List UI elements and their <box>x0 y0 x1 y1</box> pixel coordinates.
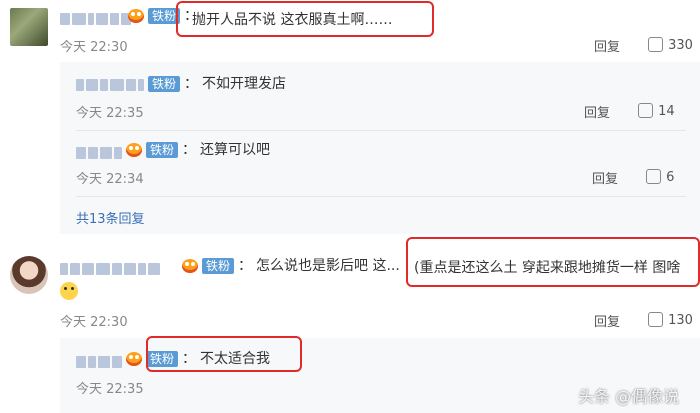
watermark: 头条 @偶像说 <box>578 387 680 406</box>
reply-button[interactable]: 回复 <box>594 311 620 330</box>
reply-text: 不如开理发店 <box>202 76 287 92</box>
more-replies-link[interactable]: 共13条回复 <box>76 208 145 227</box>
like-count: 130 <box>668 313 693 328</box>
divider <box>76 130 686 131</box>
fan-tag: 铁粉 <box>148 75 181 92</box>
highlight-box <box>146 336 302 372</box>
like-button[interactable]: 14 <box>638 100 675 119</box>
emoji-icon <box>60 282 78 304</box>
reply-username[interactable] <box>76 142 124 161</box>
reply-time: 今天 22:35 <box>76 382 144 397</box>
fan-tag: 铁粉 <box>202 257 235 274</box>
crown-icon <box>180 257 202 275</box>
crown-icon <box>126 7 148 25</box>
like-button[interactable]: 330 <box>648 34 693 53</box>
crown-icon <box>124 141 146 159</box>
comment-text: 抛开人品不说 这衣服真土啊…… <box>192 12 393 28</box>
comment-text: 怎么说也是影后吧 这... <box>256 258 400 274</box>
reply-button[interactable]: 回复 <box>594 36 620 55</box>
avatar[interactable] <box>10 256 48 294</box>
like-button[interactable]: 130 <box>648 309 693 328</box>
reply-time: 今天 22:35 <box>76 106 144 121</box>
username[interactable] <box>60 8 133 27</box>
thumbs-up-icon <box>646 169 661 184</box>
fan-tag: 铁粉 <box>146 141 179 158</box>
reply-button[interactable]: 回复 <box>592 168 618 187</box>
username[interactable] <box>60 258 162 277</box>
reply-time: 今天 22:34 <box>76 172 144 187</box>
reply-username[interactable] <box>76 351 124 370</box>
like-count: 14 <box>658 104 675 119</box>
thumbs-up-icon <box>648 312 663 327</box>
divider <box>76 196 686 197</box>
comment-text-tail: (重点是还这么土 穿起来跟地摊货一样 图啥 <box>414 260 681 276</box>
like-count: 330 <box>668 38 693 53</box>
thumbs-up-icon <box>638 103 653 118</box>
comment-time: 今天 22:30 <box>60 315 128 330</box>
reply-badge-group: 铁粉：不如开理发店 <box>148 73 286 93</box>
crown-icon <box>124 350 146 368</box>
avatar[interactable] <box>10 8 48 46</box>
thumbs-up-icon <box>648 37 663 52</box>
reply-badge-group: 铁粉：还算可以吧 <box>124 139 270 159</box>
like-button[interactable]: 6 <box>646 166 674 185</box>
like-count: 6 <box>666 170 675 185</box>
reply-text: 还算可以吧 <box>200 142 271 158</box>
reply-button[interactable]: 回复 <box>584 102 610 121</box>
fan-badge-group: 铁粉：怎么说也是影后吧 这... <box>180 255 400 275</box>
reply-username[interactable] <box>76 74 146 93</box>
comment-time: 今天 22:30 <box>60 40 128 55</box>
